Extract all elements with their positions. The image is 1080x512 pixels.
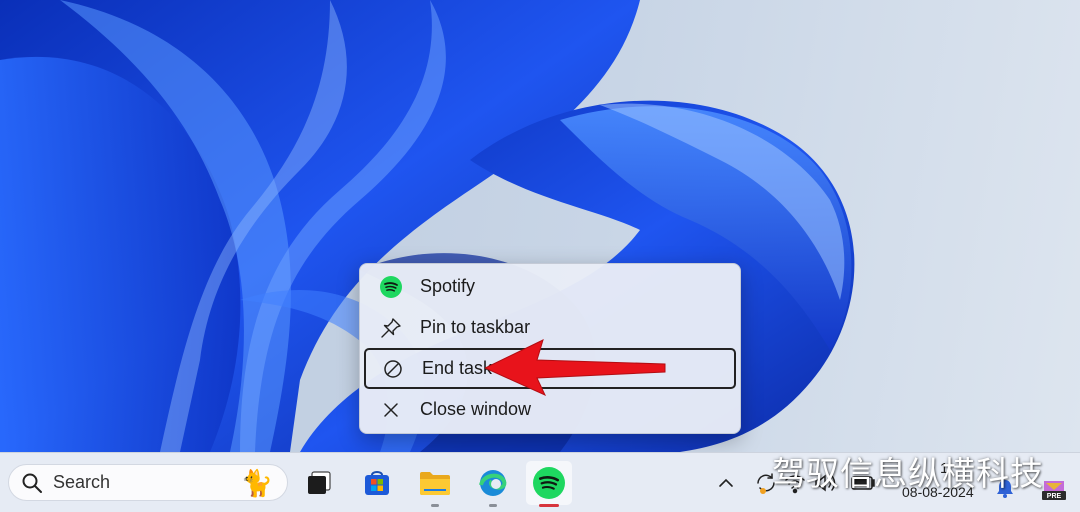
taskbar-app-edge[interactable] <box>470 461 516 507</box>
store-icon <box>365 471 389 495</box>
running-indicator <box>431 504 439 507</box>
pin-icon <box>378 315 404 341</box>
menu-item-label: Pin to taskbar <box>420 317 531 337</box>
pre-badge-icon: PRE <box>1042 481 1066 500</box>
spotify-icon <box>533 467 565 499</box>
cat-icon: 🐈 <box>240 468 273 498</box>
menu-item-spotify[interactable]: Spotify <box>364 266 736 307</box>
taskbar-app-task-view[interactable] <box>296 461 342 505</box>
taskbar-app-spotify[interactable] <box>526 461 572 507</box>
task-view-icon <box>308 471 331 494</box>
search-icon <box>22 473 42 493</box>
prohibited-icon <box>380 356 406 382</box>
watermark: 驾驭信息纵横科技 <box>772 455 1044 492</box>
menu-item-label: Spotify <box>420 276 476 296</box>
menu-item-label: End task <box>422 358 493 378</box>
folder-icon <box>420 472 450 495</box>
search-label: Search <box>53 472 111 492</box>
close-icon <box>378 397 404 423</box>
spotify-icon <box>378 274 404 300</box>
taskbar-app-file-explorer[interactable] <box>412 461 458 507</box>
pre-badge-label: PRE <box>1047 493 1062 500</box>
menu-item-label: Close window <box>420 399 532 419</box>
edge-icon <box>479 470 507 496</box>
taskbar-app-microsoft-store[interactable] <box>354 461 400 505</box>
active-indicator <box>539 504 559 507</box>
taskbar-search[interactable]: Search 🐈 <box>8 464 288 501</box>
annotation-arrow <box>485 339 666 396</box>
running-indicator <box>489 504 497 507</box>
chevron-up-icon[interactable] <box>714 471 738 495</box>
